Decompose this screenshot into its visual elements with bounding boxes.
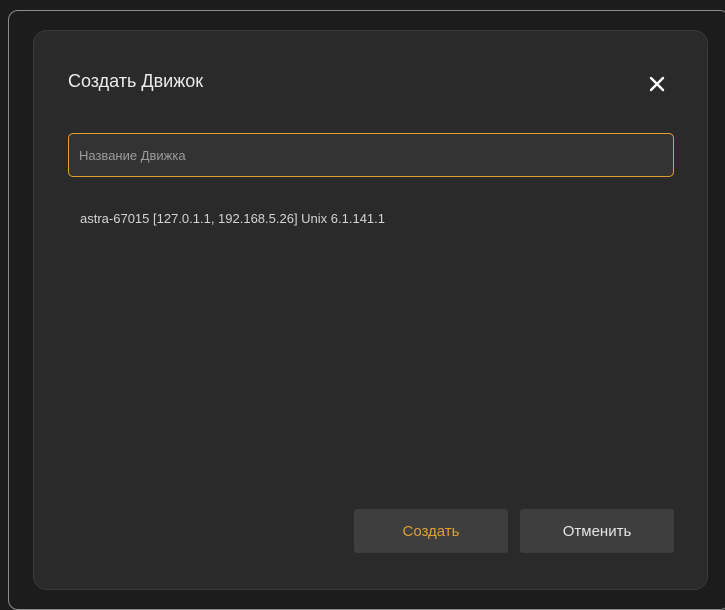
create-engine-dialog: Создать Движок astra-67015 [127.0.1.1, 1… (33, 30, 708, 590)
cancel-button[interactable]: Отменить (520, 509, 674, 553)
close-button[interactable] (642, 69, 672, 99)
host-list-item[interactable]: astra-67015 [127.0.1.1, 192.168.5.26] Un… (80, 211, 385, 226)
engine-name-input[interactable] (68, 133, 674, 177)
dialog-title: Создать Движок (68, 71, 204, 91)
close-icon (649, 76, 665, 92)
create-button[interactable]: Создать (354, 509, 508, 553)
